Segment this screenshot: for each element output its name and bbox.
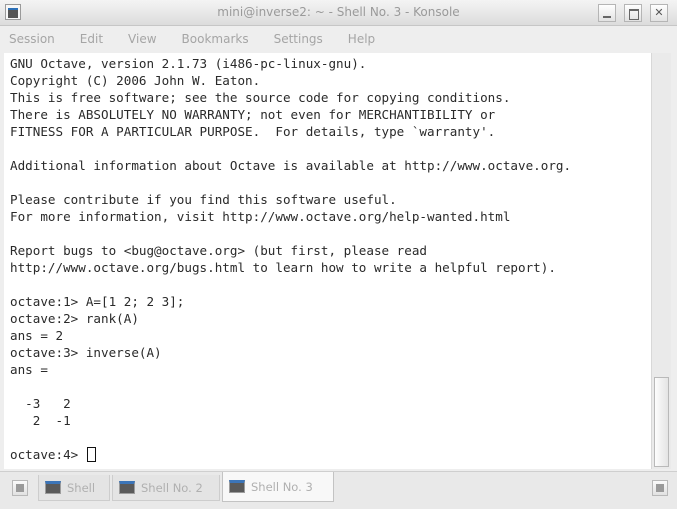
terminal-icon xyxy=(119,481,135,494)
menu-help[interactable]: Help xyxy=(345,30,378,48)
terminal-line: FITNESS FOR A PARTICULAR PURPOSE. For de… xyxy=(10,124,496,139)
terminal-icon xyxy=(229,480,245,493)
terminal-line: Report bugs to <bug@octave.org> (but fir… xyxy=(10,243,428,258)
new-session-button[interactable] xyxy=(12,480,28,496)
tab-shell-no-3[interactable]: Shell No. 3 xyxy=(222,472,334,502)
tab-shell-no-2[interactable]: Shell No. 2 xyxy=(112,475,220,501)
close-session-button[interactable] xyxy=(652,480,668,496)
window-title: mini@inverse2: ~ - Shell No. 3 - Konsole xyxy=(217,5,460,19)
terminal-output[interactable]: GNU Octave, version 2.1.73 (i486-pc-linu… xyxy=(4,53,651,469)
terminal-line: Additional information about Octave is a… xyxy=(10,158,572,173)
tab-label: Shell xyxy=(67,480,96,495)
terminal-line: 2 -1 xyxy=(10,413,71,428)
terminal-line: There is ABSOLUTELY NO WARRANTY; not eve… xyxy=(10,107,496,122)
minimize-button[interactable] xyxy=(598,4,616,22)
session-tab-bar: Shell Shell No. 2 Shell No. 3 xyxy=(0,471,677,509)
title-bar[interactable]: mini@inverse2: ~ - Shell No. 3 - Konsole… xyxy=(0,0,677,26)
terminal-line: http://www.octave.org/bugs.html to learn… xyxy=(10,260,556,275)
terminal-line: octave:3> inverse(A) xyxy=(10,345,162,360)
menu-session[interactable]: Session xyxy=(6,30,58,48)
terminal-prompt-line[interactable]: octave:4> xyxy=(10,446,96,463)
terminal-line: Please contribute if you find this softw… xyxy=(10,192,397,207)
tab-label: Shell No. 2 xyxy=(141,480,203,495)
menu-bar: Session Edit View Bookmarks Settings Hel… xyxy=(0,27,677,51)
terminal-line: This is free software; see the source co… xyxy=(10,90,511,105)
vertical-scrollbar[interactable] xyxy=(651,53,671,469)
terminal-line: octave:2> rank(A) xyxy=(10,311,139,326)
tab-label: Shell No. 3 xyxy=(251,479,313,494)
menu-bookmarks[interactable]: Bookmarks xyxy=(179,30,252,48)
tab-shell[interactable]: Shell xyxy=(38,475,110,501)
maximize-button[interactable] xyxy=(624,4,642,22)
menu-settings[interactable]: Settings xyxy=(271,30,326,48)
menu-edit[interactable]: Edit xyxy=(77,30,106,48)
konsole-app-icon[interactable] xyxy=(5,4,21,20)
terminal-line: Copyright (C) 2006 John W. Eaton. xyxy=(10,73,261,88)
terminal-line: -3 2 xyxy=(10,396,71,411)
scrollbar-thumb[interactable] xyxy=(654,377,669,467)
terminal-line: ans = xyxy=(10,362,48,377)
close-button[interactable]: ✕ xyxy=(650,4,668,22)
menu-view[interactable]: View xyxy=(125,30,159,48)
terminal-prompt: octave:4> xyxy=(10,447,86,462)
terminal-icon xyxy=(45,481,61,494)
konsole-window: mini@inverse2: ~ - Shell No. 3 - Konsole… xyxy=(0,0,677,509)
terminal-line: ans = 2 xyxy=(10,328,64,343)
terminal-line: For more information, visit http://www.o… xyxy=(10,209,511,224)
terminal-line: GNU Octave, version 2.1.73 (i486-pc-linu… xyxy=(10,56,367,71)
terminal-line: octave:1> A=[1 2; 2 3]; xyxy=(10,294,185,309)
text-cursor xyxy=(86,447,96,462)
